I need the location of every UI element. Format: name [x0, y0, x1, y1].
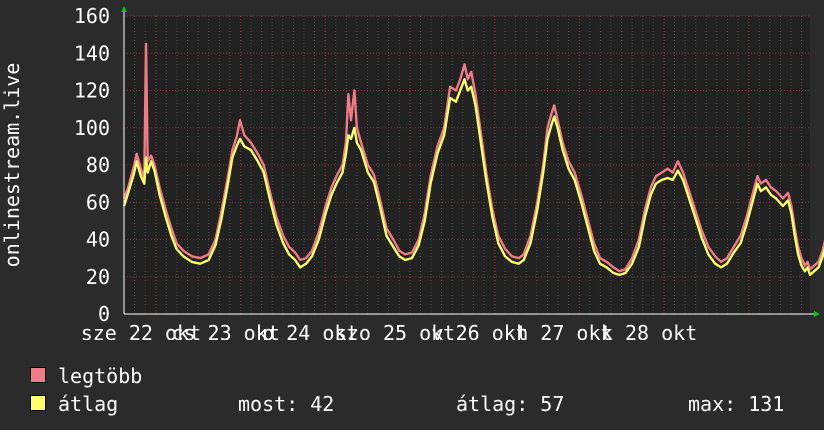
- stat-current: most: 42: [238, 392, 335, 416]
- legend-swatch-avg: [30, 395, 46, 411]
- x-tick-label: v 26 okt: [432, 321, 528, 340]
- stat-maximum: max: 131: [688, 392, 785, 416]
- y-tick-label: 120: [74, 79, 110, 103]
- legend-label-avg: átlag: [58, 392, 119, 416]
- y-tick-label: 60: [86, 190, 110, 214]
- x-axis-arrow-icon: [814, 311, 820, 317]
- y-tick-label: 20: [86, 265, 110, 289]
- y-axis-label: onlinestream.live: [0, 63, 24, 268]
- y-tick-label: 100: [74, 116, 110, 140]
- y-tick-label: 140: [74, 41, 110, 65]
- stat-average: átlag: 57: [456, 392, 565, 416]
- y-tick-label: 40: [86, 228, 110, 252]
- legend-label-max: legtöbb: [58, 364, 143, 388]
- legend-swatch-max: [30, 367, 46, 383]
- x-tick-label: k 28 okt: [601, 321, 697, 340]
- y-tick-label: 80: [86, 153, 110, 177]
- y-axis-arrow-icon: [121, 6, 127, 12]
- y-tick-label: 160: [74, 4, 110, 28]
- x-tick-label: h 27 okt: [516, 321, 612, 340]
- line-chart: 020406080100120140160sze 22 oktcs 23 okt…: [0, 4, 824, 340]
